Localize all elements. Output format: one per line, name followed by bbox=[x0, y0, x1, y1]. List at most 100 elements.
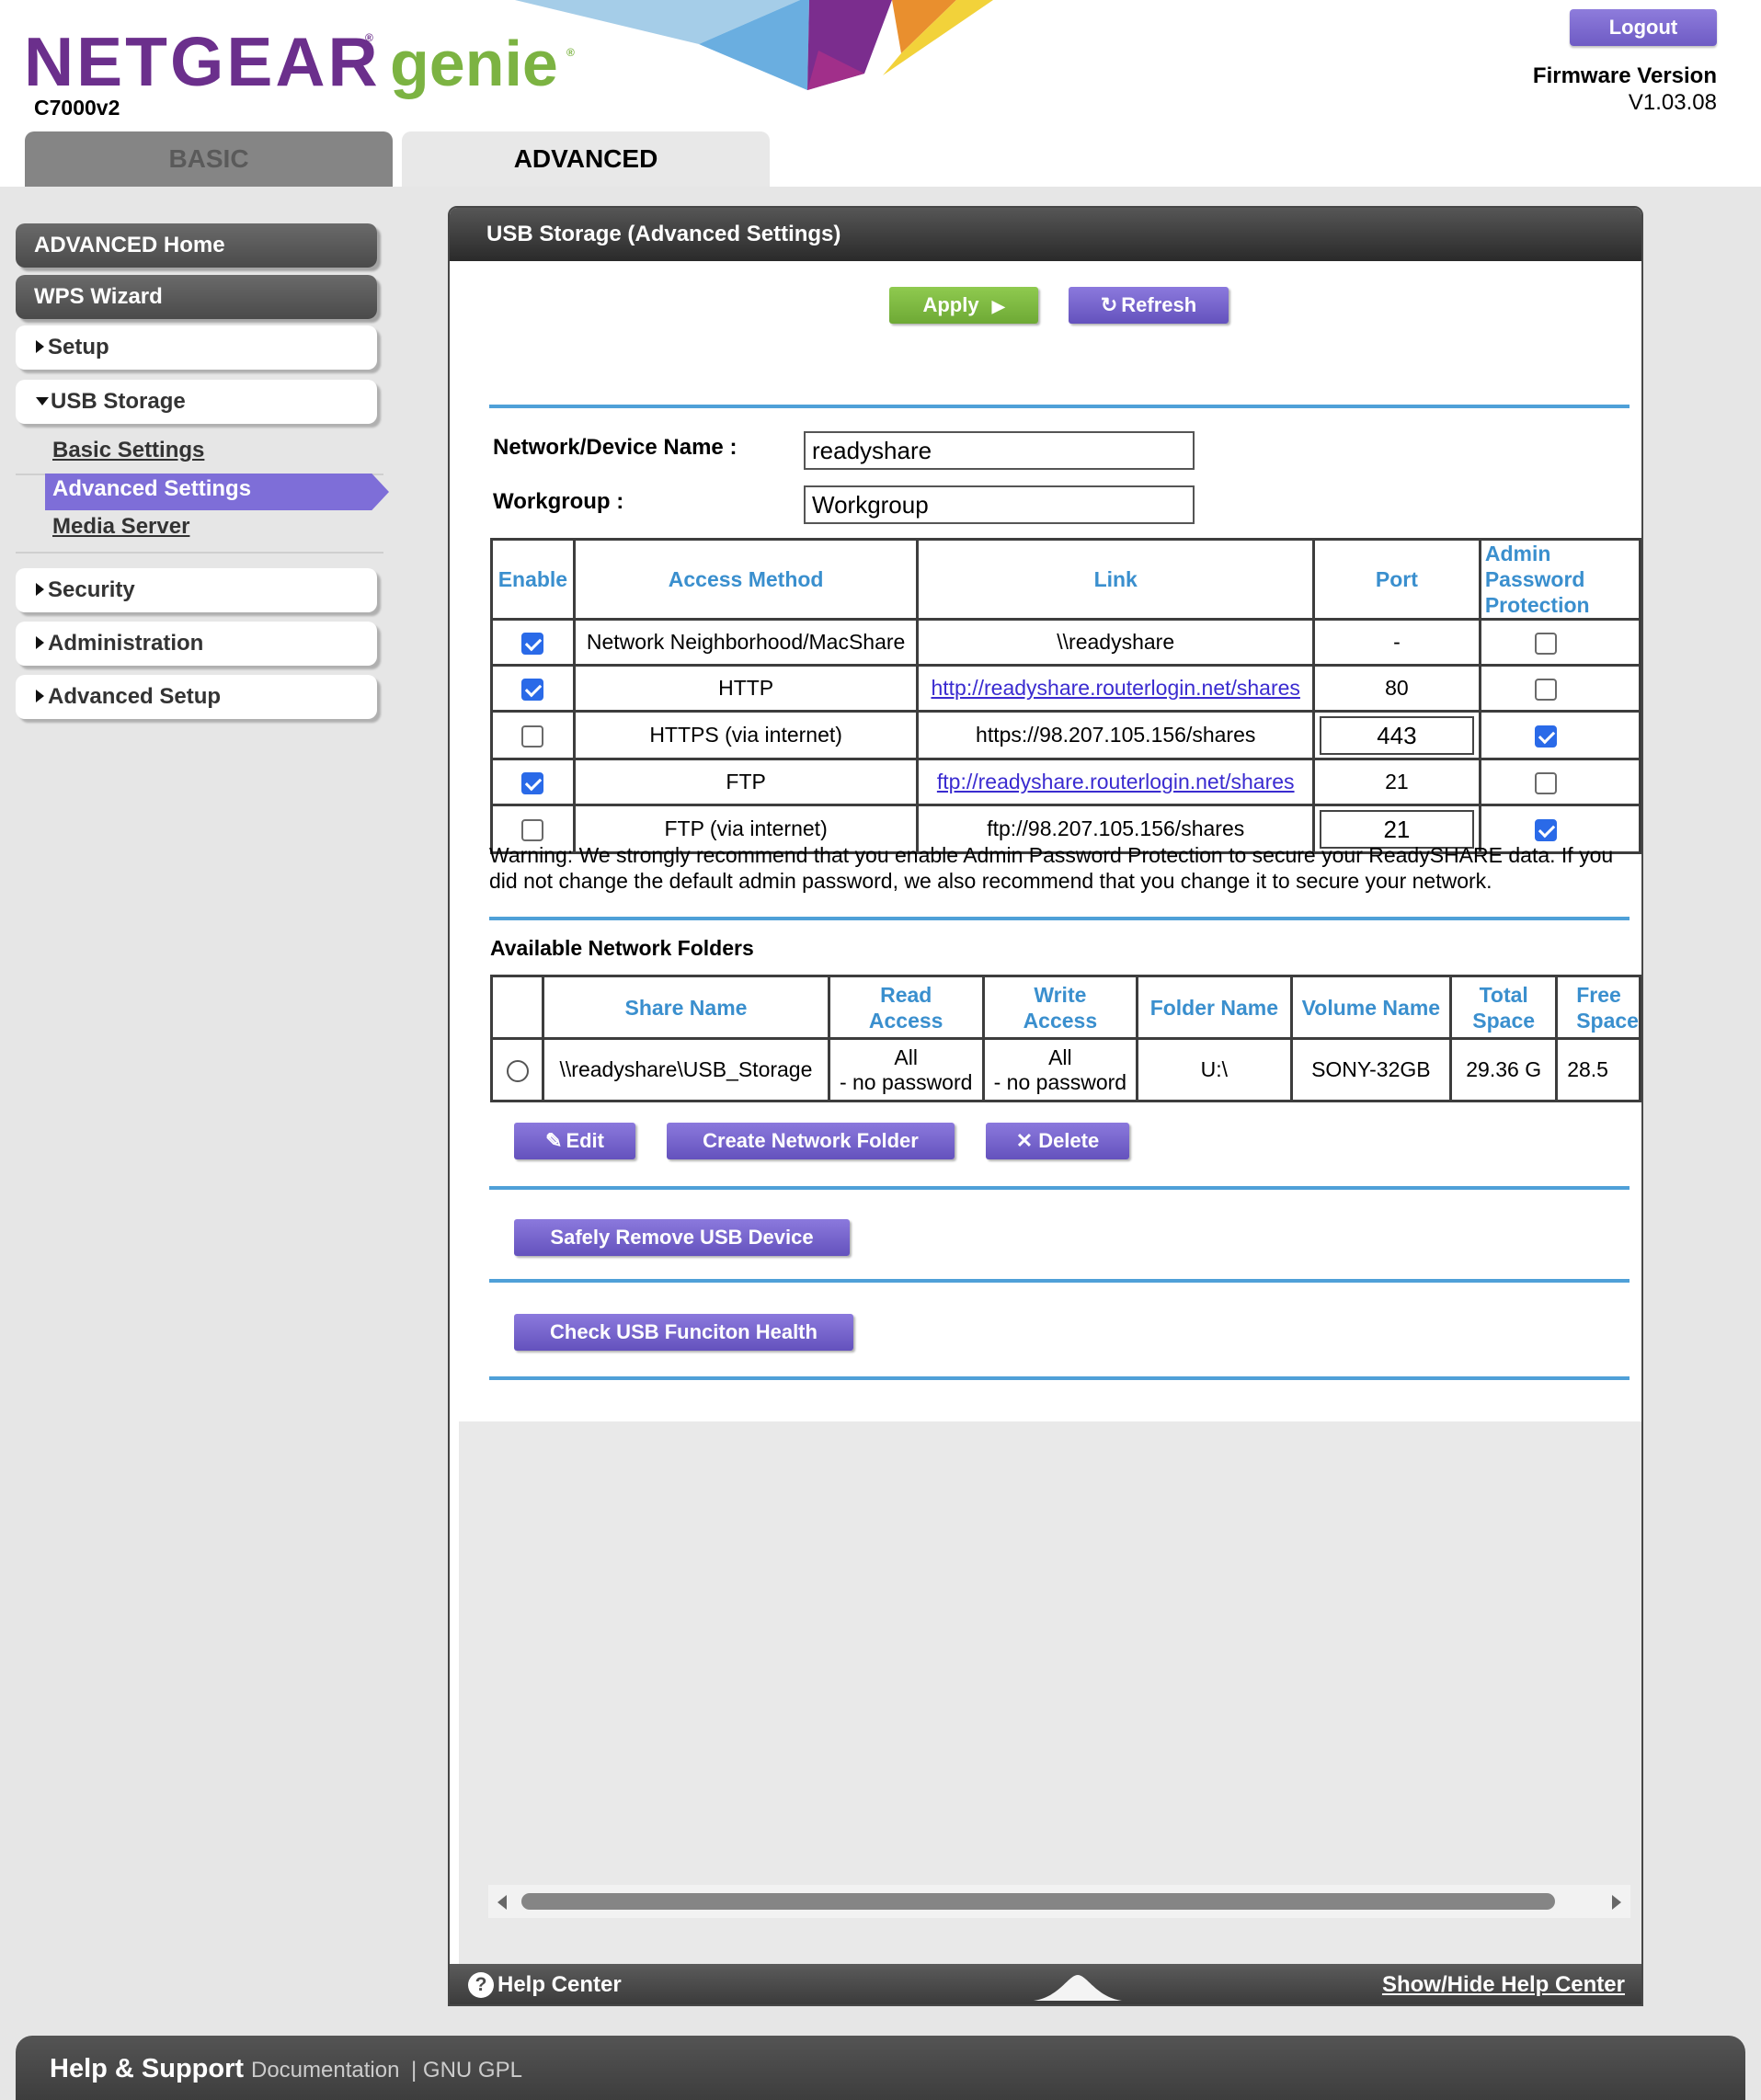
help-center-button[interactable]: ? Help Center bbox=[468, 1964, 622, 2004]
expand-up-icon[interactable] bbox=[1032, 1971, 1124, 2003]
apply-label: Apply bbox=[922, 293, 979, 316]
admin-password-cell[interactable] bbox=[1478, 710, 1641, 760]
sidebar-item-wps-wizard[interactable]: WPS Wizard bbox=[16, 275, 377, 319]
section-divider bbox=[489, 1376, 1629, 1380]
sidebar-item-advanced-setup[interactable]: Advanced Setup bbox=[16, 675, 377, 719]
enable-checkbox[interactable] bbox=[521, 725, 544, 748]
scroll-right-icon[interactable] bbox=[1612, 1895, 1621, 1910]
firmware-version: V1.03.08 bbox=[1628, 90, 1717, 115]
scrollbar-thumb[interactable] bbox=[521, 1893, 1555, 1910]
admin-password-checkbox[interactable] bbox=[1534, 678, 1557, 701]
delete-button[interactable]: ✕ Delete bbox=[986, 1123, 1129, 1159]
enable-cell[interactable] bbox=[490, 710, 576, 760]
pencil-icon: ✎ bbox=[545, 1129, 563, 1152]
port-cell: 80 bbox=[1312, 664, 1481, 713]
link-cell: ftp://readyshare.routerlogin.net/shares bbox=[916, 758, 1315, 806]
sidebar-item-administration[interactable]: Administration bbox=[16, 622, 377, 666]
row-select-radio[interactable] bbox=[506, 1059, 529, 1082]
admin-password-cell[interactable] bbox=[1478, 618, 1641, 667]
sidebar-subitem-advanced-settings[interactable]: Advanced Settings bbox=[45, 474, 389, 510]
safely-remove-button[interactable]: Safely Remove USB Device bbox=[514, 1219, 850, 1256]
sidebar-item-usb-storage[interactable]: USB Storage bbox=[16, 380, 377, 424]
column-header: Free Space bbox=[1555, 975, 1641, 1040]
scroll-left-icon[interactable] bbox=[497, 1895, 507, 1910]
cell-line: All bbox=[1048, 1044, 1072, 1069]
apply-button[interactable]: Apply ▶ bbox=[889, 287, 1038, 324]
tab-advanced[interactable]: ADVANCED bbox=[402, 131, 770, 187]
share-path: \\readyshare bbox=[1057, 630, 1175, 654]
model-name: C7000v2 bbox=[34, 96, 120, 120]
write-access-cell: All - no password bbox=[981, 1037, 1139, 1102]
admin-password-checkbox[interactable] bbox=[1534, 632, 1557, 655]
share-path: ftp://98.207.105.156/shares bbox=[987, 816, 1245, 840]
admin-password-checkbox[interactable] bbox=[1534, 725, 1557, 748]
header-line: Read bbox=[880, 982, 932, 1007]
sidebar-item-advanced-home[interactable]: ADVANCED Home bbox=[16, 223, 377, 268]
header-line: Space bbox=[1576, 1008, 1639, 1033]
edit-label: Edit bbox=[566, 1129, 604, 1152]
main-panel: USB Storage (Advanced Settings) Apply ▶ … bbox=[448, 206, 1643, 2006]
sidebar-subitem-basic-settings[interactable]: Basic Settings bbox=[52, 437, 204, 464]
admin-password-cell[interactable] bbox=[1478, 758, 1641, 806]
access-method-cell: FTP bbox=[572, 758, 920, 806]
port-cell[interactable]: 443 bbox=[1312, 710, 1481, 760]
create-folder-button[interactable]: Create Network Folder bbox=[667, 1123, 955, 1159]
enable-cell[interactable] bbox=[490, 664, 576, 713]
help-icon: ? bbox=[468, 1972, 494, 1998]
play-icon: ▶ bbox=[991, 297, 1005, 315]
enable-checkbox[interactable] bbox=[521, 818, 544, 841]
table-row: HTTPS (via internet) https://98.207.105.1… bbox=[490, 710, 1641, 760]
column-header: Access Method bbox=[572, 538, 920, 621]
horizontal-scrollbar[interactable] bbox=[488, 1885, 1630, 1918]
link-cell: http://readyshare.routerlogin.net/shares bbox=[916, 664, 1315, 713]
registered-mark: ® bbox=[365, 31, 373, 44]
admin-password-cell[interactable] bbox=[1478, 664, 1641, 713]
enable-cell[interactable] bbox=[490, 758, 576, 806]
documentation-link[interactable]: Documentation bbox=[251, 2055, 399, 2086]
sidebar-item-setup[interactable]: Setup bbox=[16, 325, 377, 370]
header-line: Free bbox=[1576, 982, 1621, 1007]
admin-password-checkbox[interactable] bbox=[1534, 771, 1557, 794]
enable-cell[interactable] bbox=[490, 618, 576, 667]
sidebar-subitem-media-server[interactable]: Media Server bbox=[52, 513, 189, 541]
header-line: Access bbox=[1023, 1008, 1098, 1033]
enable-checkbox[interactable] bbox=[521, 632, 544, 655]
enable-checkbox[interactable] bbox=[521, 771, 544, 794]
table-row[interactable]: \\readyshare\USB_Storage All - no passwor… bbox=[489, 1037, 1641, 1102]
edit-button[interactable]: ✎ Edit bbox=[514, 1123, 635, 1159]
volume-name-cell: SONY-32GB bbox=[1289, 1037, 1453, 1102]
row-select-cell[interactable] bbox=[489, 1037, 545, 1102]
gpl-link[interactable]: | GNU GPL bbox=[411, 2055, 522, 2086]
divider bbox=[16, 552, 383, 554]
network-folders-table: Share Name Read Access Write Access Folder… bbox=[489, 975, 1641, 1102]
column-header: Link bbox=[916, 538, 1315, 621]
firmware-label: Firmware Version bbox=[1532, 63, 1717, 88]
section-divider bbox=[489, 1186, 1629, 1190]
header-line: Write bbox=[1034, 982, 1087, 1007]
workgroup-input[interactable]: Workgroup bbox=[804, 485, 1195, 524]
netgear-logo: NETGEAR bbox=[24, 23, 381, 100]
header-line: Space bbox=[1472, 1008, 1536, 1033]
enable-checkbox[interactable] bbox=[521, 678, 544, 701]
table-row: FTP ftp://readyshare.routerlogin.net/shar… bbox=[490, 758, 1641, 806]
device-name-input[interactable]: readyshare bbox=[804, 431, 1195, 470]
check-health-button[interactable]: Check USB Funciton Health bbox=[514, 1314, 853, 1351]
column-header: Port bbox=[1312, 538, 1481, 621]
table-row: Network Neighborhood/MacShare \\readyshar… bbox=[490, 618, 1641, 667]
logout-button[interactable]: Logout bbox=[1570, 9, 1717, 46]
header-line: Access bbox=[868, 1008, 943, 1033]
share-link[interactable]: http://readyshare.routerlogin.net/shares bbox=[931, 676, 1299, 700]
admin-password-checkbox[interactable] bbox=[1534, 818, 1557, 841]
sidebar-item-security[interactable]: Security bbox=[16, 568, 377, 612]
expand-arrow-icon bbox=[36, 340, 44, 353]
tab-basic[interactable]: BASIC bbox=[25, 131, 393, 187]
refresh-label: Refresh bbox=[1121, 293, 1197, 316]
section-divider bbox=[489, 917, 1629, 920]
show-hide-help-link[interactable]: Show/Hide Help Center bbox=[1382, 1964, 1625, 2004]
refresh-button[interactable]: ↻ Refresh bbox=[1069, 287, 1229, 324]
column-header: Write Access bbox=[981, 975, 1139, 1040]
share-link[interactable]: ftp://readyshare.routerlogin.net/shares bbox=[937, 770, 1295, 793]
device-name-label: Network/Device Name : bbox=[493, 435, 738, 460]
port-input[interactable]: 443 bbox=[1319, 715, 1474, 755]
footer-title: Help & Support bbox=[50, 2054, 245, 2083]
